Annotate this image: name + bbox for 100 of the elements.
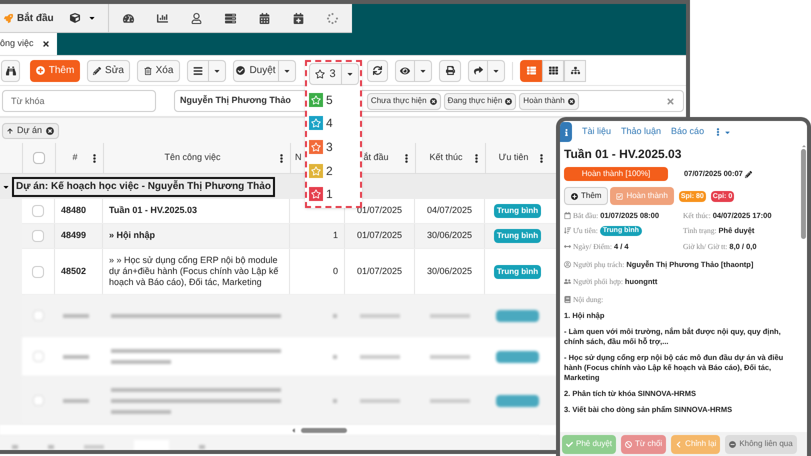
clear-icon[interactable]: [666, 96, 675, 106]
tab[interactable]: ông việc: [0, 33, 57, 55]
search-button[interactable]: [1, 60, 20, 82]
status-label: Hoàn thành [100%]: [580, 168, 652, 180]
checkbox[interactable]: [32, 230, 44, 242]
table-cell-text: » » Học sử dụng cổng ERP nội bộ module dự án+điều hành (Focus chính vào Lập kế hoạch và Báo cáo), Đối tác, Marketing: [109, 255, 280, 288]
remove-icon[interactable]: [46, 126, 54, 134]
user-icon[interactable]: [190, 12, 202, 24]
print-button[interactable]: [439, 60, 461, 82]
arrow-up-icon: [7, 128, 13, 134]
loading-icon[interactable]: [326, 12, 338, 24]
menu-button[interactable]: [187, 60, 209, 82]
book-icon: [564, 296, 571, 304]
remove-icon[interactable]: [505, 98, 512, 104]
vertical-scrollbar[interactable]: [801, 149, 806, 239]
tree-icon: [570, 66, 580, 75]
info-icon: [562, 128, 570, 136]
binoculars-icon: [6, 66, 16, 76]
ban-icon: [625, 440, 632, 448]
chart-icon[interactable]: [156, 12, 168, 24]
task-title: Tuần 01 - HV.2025.03: [564, 146, 682, 163]
dashboard-icon[interactable]: [122, 12, 134, 24]
caret-icon: [724, 128, 732, 136]
edit-button[interactable]: Sửa: [87, 60, 130, 82]
delete-button[interactable]: Xóa: [137, 60, 180, 82]
pencil-icon: [93, 66, 102, 74]
view-button[interactable]: [395, 60, 415, 82]
column-header: Tên công việc: [163, 151, 222, 164]
calendar-icon[interactable]: [258, 12, 270, 24]
column-header: #: [71, 151, 78, 164]
grid-view-button[interactable]: [542, 60, 564, 82]
scroll-left-icon[interactable]: [290, 426, 297, 434]
table-cell-text: 48502: [61, 264, 86, 278]
caret-icon: [346, 70, 354, 78]
group-by-tag[interactable]: Dự án: [2, 122, 60, 138]
tab-label: ông việc: [0, 37, 34, 50]
check-icon: [566, 440, 573, 448]
remove-icon[interactable]: [430, 98, 437, 104]
menu-item[interactable]: 3: [309, 135, 358, 159]
table-cell-text: 01/07/2025: [356, 204, 402, 218]
calendar-add-icon[interactable]: [292, 12, 304, 24]
column-header: N: [295, 151, 302, 164]
priority-badge: Trung bình: [494, 204, 542, 218]
column-header: Ưu tiên: [498, 151, 530, 164]
user-icon: [564, 260, 571, 268]
priority-badge: Trung bình: [494, 264, 542, 278]
table-cell-text: 30/06/2025: [426, 229, 472, 242]
chevron-left-icon: [675, 440, 682, 448]
star-filter-button[interactable]: 3: [309, 63, 342, 85]
more-tab[interactable]: [714, 128, 732, 136]
tab[interactable]: Thảo luận: [621, 125, 662, 139]
add-button[interactable]: Thêm: [564, 187, 608, 205]
table-cell-text: 30/06/2025: [426, 264, 472, 278]
keyword-field[interactable]: Từ khóa: [2, 90, 156, 112]
checkbox[interactable]: [33, 152, 45, 164]
approve-button[interactable]: Duyệt: [233, 60, 279, 82]
share-icon: [474, 66, 482, 75]
menu-item[interactable]: 4: [309, 112, 358, 136]
arrows-icon: [564, 242, 571, 250]
group-heading: Dự án: Kế hoạch học việc - Nguyễn Thị Phương Thảo: [12, 176, 275, 196]
table-cell-text: 1: [332, 229, 338, 242]
grid-icon: [548, 66, 558, 75]
share-button[interactable]: [468, 60, 488, 82]
printer-icon: [446, 66, 454, 75]
checkbox-icon: [616, 192, 624, 200]
eye-icon: [400, 66, 410, 76]
menu-item[interactable]: 2: [309, 158, 358, 182]
column-header: ắt đầu: [362, 151, 390, 164]
list-icon: [526, 66, 536, 75]
checkbox[interactable]: [32, 205, 44, 217]
info-tab[interactable]: [560, 122, 572, 142]
checkbox[interactable]: [32, 266, 44, 278]
sort-icon: [564, 227, 571, 234]
status-tag[interactable]: Đang thực hiện: [444, 92, 516, 110]
status-tag[interactable]: Hoàn thành: [519, 92, 579, 110]
server-icon[interactable]: [224, 12, 236, 24]
menu-item[interactable]: 5: [309, 88, 358, 112]
table-cell-text: » Hội nhập: [109, 229, 156, 242]
table-cell-text: 0: [332, 264, 338, 278]
tree-view-button[interactable]: [564, 60, 586, 82]
table-cell-text: 01/07/2025: [356, 229, 402, 242]
edit-icon[interactable]: [744, 170, 752, 178]
close-icon[interactable]: [42, 40, 50, 48]
tab[interactable]: Báo cáo: [671, 125, 704, 139]
refresh-icon: [373, 66, 382, 75]
remove-icon[interactable]: [568, 98, 575, 104]
unrelated-button[interactable]: Không liên qua: [725, 434, 797, 454]
tab[interactable]: Tài liệu: [582, 125, 612, 139]
trash-icon: [144, 66, 152, 74]
horizontal-scrollbar[interactable]: [301, 428, 347, 432]
assignee-value: Nguyễn Thị Phương Thảo: [180, 94, 291, 108]
menu-item[interactable]: 1: [309, 182, 358, 206]
plus-icon: [36, 66, 45, 75]
scroll-up-icon[interactable]: [800, 143, 806, 149]
table-cell-text: 01/07/2025: [356, 264, 402, 278]
priority-badge: Trung bình: [494, 229, 542, 243]
refresh-button[interactable]: [367, 60, 388, 82]
calendar-icon: [564, 212, 571, 220]
status-tag[interactable]: Chưa thực hiện: [366, 92, 441, 110]
start-menu-button[interactable]: Bắt đầu: [0, 10, 66, 26]
